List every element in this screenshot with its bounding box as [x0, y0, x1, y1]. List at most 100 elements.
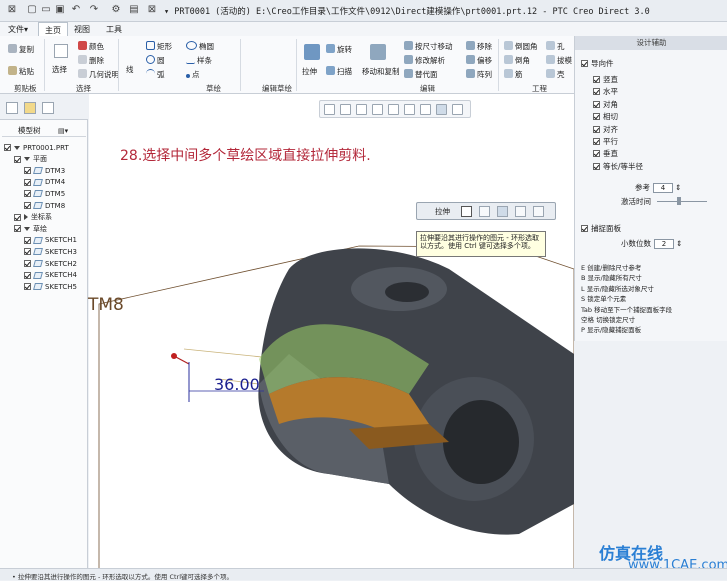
ellipse-button[interactable]: 椭圆 [186, 41, 214, 52]
save-icon[interactable]: ▣ [54, 4, 66, 16]
tree-item[interactable]: SKETCH1 [24, 235, 77, 246]
rib-button[interactable]: 筋 [504, 69, 523, 80]
arc-button[interactable]: 弧 [146, 69, 165, 80]
delay-slider[interactable] [657, 197, 707, 205]
layer-icon[interactable] [42, 102, 54, 114]
tree-item[interactable]: 草绘 [14, 223, 47, 234]
undo-icon[interactable]: ↶ [70, 4, 82, 16]
constraint-option[interactable]: 对齐 [593, 124, 618, 135]
copy-button[interactable]: 复制 [8, 44, 34, 55]
open-icon[interactable]: ▭ [40, 4, 52, 16]
offset-move-button[interactable]: 按尺寸移动 [404, 41, 453, 52]
sketch-plane-toggle[interactable]: 捕捉面板 [581, 223, 621, 234]
tree-item[interactable]: DTM8 [24, 200, 65, 211]
remove-button[interactable]: 移除 [466, 41, 492, 52]
tree-settings-icon[interactable]: ▤▾ [58, 125, 68, 136]
hide-button[interactable]: 几何说明 [78, 69, 119, 80]
hole-button[interactable]: 孔 [546, 41, 565, 52]
checkbox[interactable] [593, 100, 600, 108]
constraint-option[interactable]: 对角 [593, 99, 618, 110]
select-button[interactable]: 选择 [52, 64, 67, 75]
spinner-arrows-icon[interactable]: ⇕ [675, 183, 681, 192]
checkbox[interactable] [593, 113, 600, 121]
constraint-option[interactable]: 平行 [593, 136, 618, 147]
visibility-checkbox[interactable] [24, 236, 31, 244]
sweep-button[interactable]: 扫描 [326, 66, 352, 77]
rectangle-button[interactable]: 矩形 [146, 41, 172, 52]
extrude-button[interactable]: 拉伸 [302, 66, 317, 77]
tree-item[interactable]: DTM3 [24, 165, 65, 176]
visibility-checkbox[interactable] [24, 178, 31, 186]
tree-item[interactable]: SKETCH2 [24, 258, 77, 269]
chamfer-button[interactable]: 倒角 [504, 55, 530, 66]
tree-item[interactable]: 平面 [14, 154, 47, 165]
redo-icon[interactable]: ↷ [88, 4, 100, 16]
checkbox[interactable] [581, 60, 588, 67]
tree-item[interactable]: DTM5 [24, 188, 65, 199]
visibility-checkbox[interactable] [24, 283, 31, 291]
close-window-icon[interactable]: ⊠ [146, 4, 158, 16]
visibility-checkbox[interactable] [24, 190, 31, 198]
menu-file[interactable]: 文件▾ [8, 24, 28, 35]
expand-toggle-icon[interactable] [24, 226, 30, 231]
tab-home[interactable]: 主页 [38, 22, 68, 36]
visibility-checkbox[interactable] [24, 271, 31, 279]
constraint-option[interactable]: 竖直 [593, 74, 618, 85]
checkbox[interactable] [593, 76, 600, 83]
extrude-both-icon[interactable] [479, 206, 490, 217]
decimals-spinner[interactable]: 2 [654, 238, 674, 249]
draft-button[interactable]: 拔模 [546, 55, 572, 66]
delete-button[interactable]: 删除 [78, 55, 104, 66]
select-arrow-icon[interactable] [54, 44, 68, 58]
visibility-checkbox[interactable] [24, 260, 31, 267]
shell-button[interactable]: 壳 [546, 69, 565, 80]
visibility-checkbox[interactable] [4, 144, 11, 151]
tree-view-icon[interactable] [6, 102, 18, 114]
graphics-area[interactable] [89, 94, 574, 580]
visibility-checkbox[interactable] [14, 155, 21, 163]
checkbox[interactable] [593, 88, 600, 96]
extrude-through-icon[interactable] [497, 206, 508, 217]
point-button[interactable]: 点 [186, 69, 200, 80]
checkbox[interactable] [593, 138, 600, 145]
tab-view[interactable]: 视图 [74, 24, 90, 35]
visibility-checkbox[interactable] [24, 248, 31, 256]
offset-button[interactable]: 偏移 [466, 55, 492, 66]
visibility-checkbox[interactable] [14, 225, 21, 233]
tree-item[interactable]: SKETCH3 [24, 246, 77, 257]
move-copy-button[interactable]: 移动和复制 [362, 66, 400, 77]
constraint-option[interactable]: 相切 [593, 111, 618, 122]
paste-button[interactable]: 粘贴 [8, 66, 34, 77]
dimension-value[interactable]: 36.00 [214, 375, 260, 394]
checkbox[interactable] [593, 125, 600, 133]
tree-item[interactable]: SKETCH4 [24, 270, 77, 281]
checkbox[interactable] [581, 225, 588, 232]
windows-icon[interactable]: ▤ [128, 4, 140, 16]
tab-tools[interactable]: 工具 [106, 24, 122, 35]
line-button[interactable]: 线 [126, 64, 134, 75]
checkbox[interactable] [593, 150, 600, 158]
visibility-checkbox[interactable] [24, 167, 31, 175]
tree-item[interactable]: PRT0001.PRT [4, 142, 69, 153]
color-button[interactable]: 颜色 [78, 41, 104, 52]
visibility-checkbox[interactable] [24, 202, 31, 209]
spinner-arrows-icon[interactable]: ⇕ [676, 239, 682, 248]
extrude-icon[interactable] [304, 44, 320, 60]
spline-button[interactable]: 样条 [186, 55, 212, 66]
remove-material-icon[interactable] [533, 206, 544, 217]
folder-icon[interactable] [24, 102, 36, 114]
expand-toggle-icon[interactable] [14, 145, 20, 150]
extrude-to-icon[interactable] [515, 206, 526, 217]
constraint-option[interactable]: 水平 [593, 86, 618, 97]
expand-toggle-icon[interactable] [24, 157, 30, 162]
pattern-button[interactable]: 阵列 [466, 69, 492, 80]
new-icon[interactable]: ▢ [26, 4, 38, 16]
snap-section-toggle[interactable]: 导向件 [581, 58, 614, 69]
extrude-depth-icon[interactable] [461, 206, 472, 217]
constraint-option[interactable]: 等长/等半径 [593, 161, 643, 172]
circle-button[interactable]: 圆 [146, 55, 165, 66]
regenerate-icon[interactable]: ⚙ [110, 4, 122, 16]
tree-item[interactable]: 坐标系 [14, 212, 52, 223]
tree-item[interactable]: DTM4 [24, 177, 65, 188]
visibility-checkbox[interactable] [14, 213, 21, 221]
